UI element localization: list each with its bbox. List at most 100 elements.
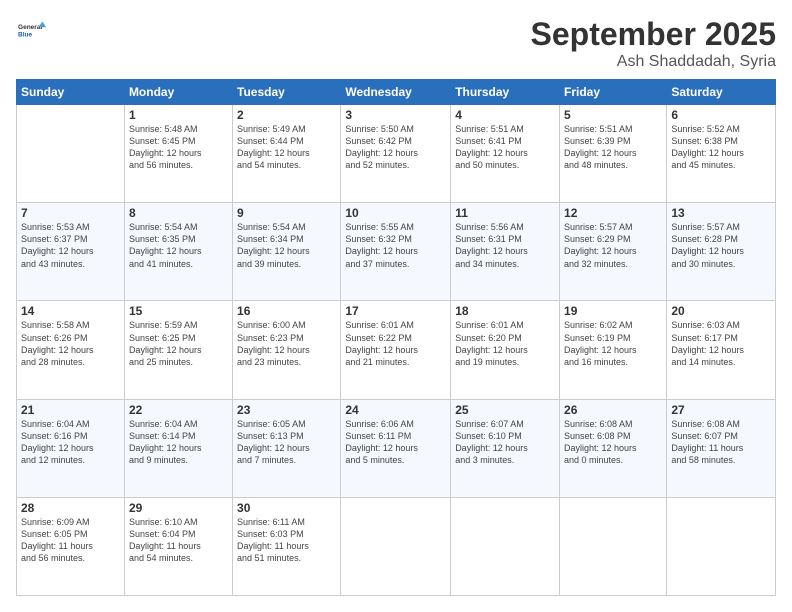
day-info: Sunrise: 6:05 AM Sunset: 6:13 PM Dayligh… xyxy=(237,418,336,467)
day-cell: 19Sunrise: 6:02 AM Sunset: 6:19 PM Dayli… xyxy=(560,301,667,399)
day-info: Sunrise: 5:51 AM Sunset: 6:39 PM Dayligh… xyxy=(564,123,662,172)
day-number: 26 xyxy=(564,403,662,417)
day-number: 30 xyxy=(237,501,336,515)
day-info: Sunrise: 6:01 AM Sunset: 6:22 PM Dayligh… xyxy=(345,319,446,368)
day-info: Sunrise: 6:04 AM Sunset: 6:14 PM Dayligh… xyxy=(129,418,228,467)
day-info: Sunrise: 5:54 AM Sunset: 6:35 PM Dayligh… xyxy=(129,221,228,270)
day-info: Sunrise: 5:56 AM Sunset: 6:31 PM Dayligh… xyxy=(455,221,555,270)
day-info: Sunrise: 6:09 AM Sunset: 6:05 PM Dayligh… xyxy=(21,516,120,565)
logo-icon: General Blue xyxy=(18,16,46,44)
day-number: 2 xyxy=(237,108,336,122)
day-info: Sunrise: 6:07 AM Sunset: 6:10 PM Dayligh… xyxy=(455,418,555,467)
day-info: Sunrise: 5:57 AM Sunset: 6:29 PM Dayligh… xyxy=(564,221,662,270)
day-cell xyxy=(667,497,776,595)
header-tuesday: Tuesday xyxy=(233,80,341,105)
day-info: Sunrise: 5:51 AM Sunset: 6:41 PM Dayligh… xyxy=(455,123,555,172)
day-info: Sunrise: 6:01 AM Sunset: 6:20 PM Dayligh… xyxy=(455,319,555,368)
header-wednesday: Wednesday xyxy=(341,80,451,105)
header-sunday: Sunday xyxy=(17,80,125,105)
week-row-2: 7Sunrise: 5:53 AM Sunset: 6:37 PM Daylig… xyxy=(17,203,776,301)
day-info: Sunrise: 5:58 AM Sunset: 6:26 PM Dayligh… xyxy=(21,319,120,368)
day-info: Sunrise: 6:04 AM Sunset: 6:16 PM Dayligh… xyxy=(21,418,120,467)
day-cell: 6Sunrise: 5:52 AM Sunset: 6:38 PM Daylig… xyxy=(667,105,776,203)
day-info: Sunrise: 5:52 AM Sunset: 6:38 PM Dayligh… xyxy=(671,123,771,172)
svg-text:General: General xyxy=(18,24,42,31)
day-number: 28 xyxy=(21,501,120,515)
header-thursday: Thursday xyxy=(451,80,560,105)
day-cell xyxy=(17,105,125,203)
day-number: 23 xyxy=(237,403,336,417)
week-row-5: 28Sunrise: 6:09 AM Sunset: 6:05 PM Dayli… xyxy=(17,497,776,595)
day-number: 16 xyxy=(237,304,336,318)
day-cell: 11Sunrise: 5:56 AM Sunset: 6:31 PM Dayli… xyxy=(451,203,560,301)
header-saturday: Saturday xyxy=(667,80,776,105)
day-cell: 1Sunrise: 5:48 AM Sunset: 6:45 PM Daylig… xyxy=(124,105,232,203)
day-cell: 7Sunrise: 5:53 AM Sunset: 6:37 PM Daylig… xyxy=(17,203,125,301)
day-info: Sunrise: 6:02 AM Sunset: 6:19 PM Dayligh… xyxy=(564,319,662,368)
day-number: 20 xyxy=(671,304,771,318)
day-cell: 9Sunrise: 5:54 AM Sunset: 6:34 PM Daylig… xyxy=(233,203,341,301)
day-info: Sunrise: 6:11 AM Sunset: 6:03 PM Dayligh… xyxy=(237,516,336,565)
day-number: 12 xyxy=(564,206,662,220)
day-number: 22 xyxy=(129,403,228,417)
day-number: 11 xyxy=(455,206,555,220)
calendar-table: Sunday Monday Tuesday Wednesday Thursday… xyxy=(16,79,776,596)
day-cell: 5Sunrise: 5:51 AM Sunset: 6:39 PM Daylig… xyxy=(560,105,667,203)
day-info: Sunrise: 6:03 AM Sunset: 6:17 PM Dayligh… xyxy=(671,319,771,368)
day-cell: 27Sunrise: 6:08 AM Sunset: 6:07 PM Dayli… xyxy=(667,399,776,497)
header-monday: Monday xyxy=(124,80,232,105)
day-number: 18 xyxy=(455,304,555,318)
day-number: 3 xyxy=(345,108,446,122)
month-title: September 2025 xyxy=(531,16,776,53)
day-number: 8 xyxy=(129,206,228,220)
day-cell xyxy=(560,497,667,595)
day-cell xyxy=(341,497,451,595)
header-friday: Friday xyxy=(560,80,667,105)
day-number: 13 xyxy=(671,206,771,220)
day-info: Sunrise: 5:55 AM Sunset: 6:32 PM Dayligh… xyxy=(345,221,446,270)
day-info: Sunrise: 6:06 AM Sunset: 6:11 PM Dayligh… xyxy=(345,418,446,467)
day-cell: 22Sunrise: 6:04 AM Sunset: 6:14 PM Dayli… xyxy=(124,399,232,497)
day-number: 25 xyxy=(455,403,555,417)
day-number: 4 xyxy=(455,108,555,122)
day-cell: 25Sunrise: 6:07 AM Sunset: 6:10 PM Dayli… xyxy=(451,399,560,497)
day-cell: 10Sunrise: 5:55 AM Sunset: 6:32 PM Dayli… xyxy=(341,203,451,301)
day-cell: 12Sunrise: 5:57 AM Sunset: 6:29 PM Dayli… xyxy=(560,203,667,301)
day-number: 10 xyxy=(345,206,446,220)
day-info: Sunrise: 5:48 AM Sunset: 6:45 PM Dayligh… xyxy=(129,123,228,172)
day-info: Sunrise: 6:08 AM Sunset: 6:08 PM Dayligh… xyxy=(564,418,662,467)
week-row-1: 1Sunrise: 5:48 AM Sunset: 6:45 PM Daylig… xyxy=(17,105,776,203)
logo: General Blue xyxy=(16,16,46,49)
header: General Blue September 2025 Ash Shaddada… xyxy=(16,16,776,71)
day-cell: 16Sunrise: 6:00 AM Sunset: 6:23 PM Dayli… xyxy=(233,301,341,399)
day-info: Sunrise: 5:54 AM Sunset: 6:34 PM Dayligh… xyxy=(237,221,336,270)
day-info: Sunrise: 6:08 AM Sunset: 6:07 PM Dayligh… xyxy=(671,418,771,467)
day-number: 15 xyxy=(129,304,228,318)
day-number: 21 xyxy=(21,403,120,417)
day-cell: 24Sunrise: 6:06 AM Sunset: 6:11 PM Dayli… xyxy=(341,399,451,497)
day-info: Sunrise: 6:00 AM Sunset: 6:23 PM Dayligh… xyxy=(237,319,336,368)
weekday-header-row: Sunday Monday Tuesday Wednesday Thursday… xyxy=(17,80,776,105)
logo-text: General Blue xyxy=(16,16,46,49)
day-cell: 14Sunrise: 5:58 AM Sunset: 6:26 PM Dayli… xyxy=(17,301,125,399)
day-number: 29 xyxy=(129,501,228,515)
day-info: Sunrise: 6:10 AM Sunset: 6:04 PM Dayligh… xyxy=(129,516,228,565)
day-info: Sunrise: 5:57 AM Sunset: 6:28 PM Dayligh… xyxy=(671,221,771,270)
day-cell: 3Sunrise: 5:50 AM Sunset: 6:42 PM Daylig… xyxy=(341,105,451,203)
day-cell: 30Sunrise: 6:11 AM Sunset: 6:03 PM Dayli… xyxy=(233,497,341,595)
day-number: 27 xyxy=(671,403,771,417)
day-info: Sunrise: 5:53 AM Sunset: 6:37 PM Dayligh… xyxy=(21,221,120,270)
day-number: 9 xyxy=(237,206,336,220)
day-cell: 26Sunrise: 6:08 AM Sunset: 6:08 PM Dayli… xyxy=(560,399,667,497)
day-info: Sunrise: 5:59 AM Sunset: 6:25 PM Dayligh… xyxy=(129,319,228,368)
page: General Blue September 2025 Ash Shaddada… xyxy=(0,0,792,612)
day-cell: 2Sunrise: 5:49 AM Sunset: 6:44 PM Daylig… xyxy=(233,105,341,203)
day-cell: 29Sunrise: 6:10 AM Sunset: 6:04 PM Dayli… xyxy=(124,497,232,595)
week-row-4: 21Sunrise: 6:04 AM Sunset: 6:16 PM Dayli… xyxy=(17,399,776,497)
day-info: Sunrise: 5:49 AM Sunset: 6:44 PM Dayligh… xyxy=(237,123,336,172)
day-number: 5 xyxy=(564,108,662,122)
svg-text:Blue: Blue xyxy=(18,32,32,39)
day-cell: 21Sunrise: 6:04 AM Sunset: 6:16 PM Dayli… xyxy=(17,399,125,497)
day-cell: 18Sunrise: 6:01 AM Sunset: 6:20 PM Dayli… xyxy=(451,301,560,399)
day-number: 24 xyxy=(345,403,446,417)
